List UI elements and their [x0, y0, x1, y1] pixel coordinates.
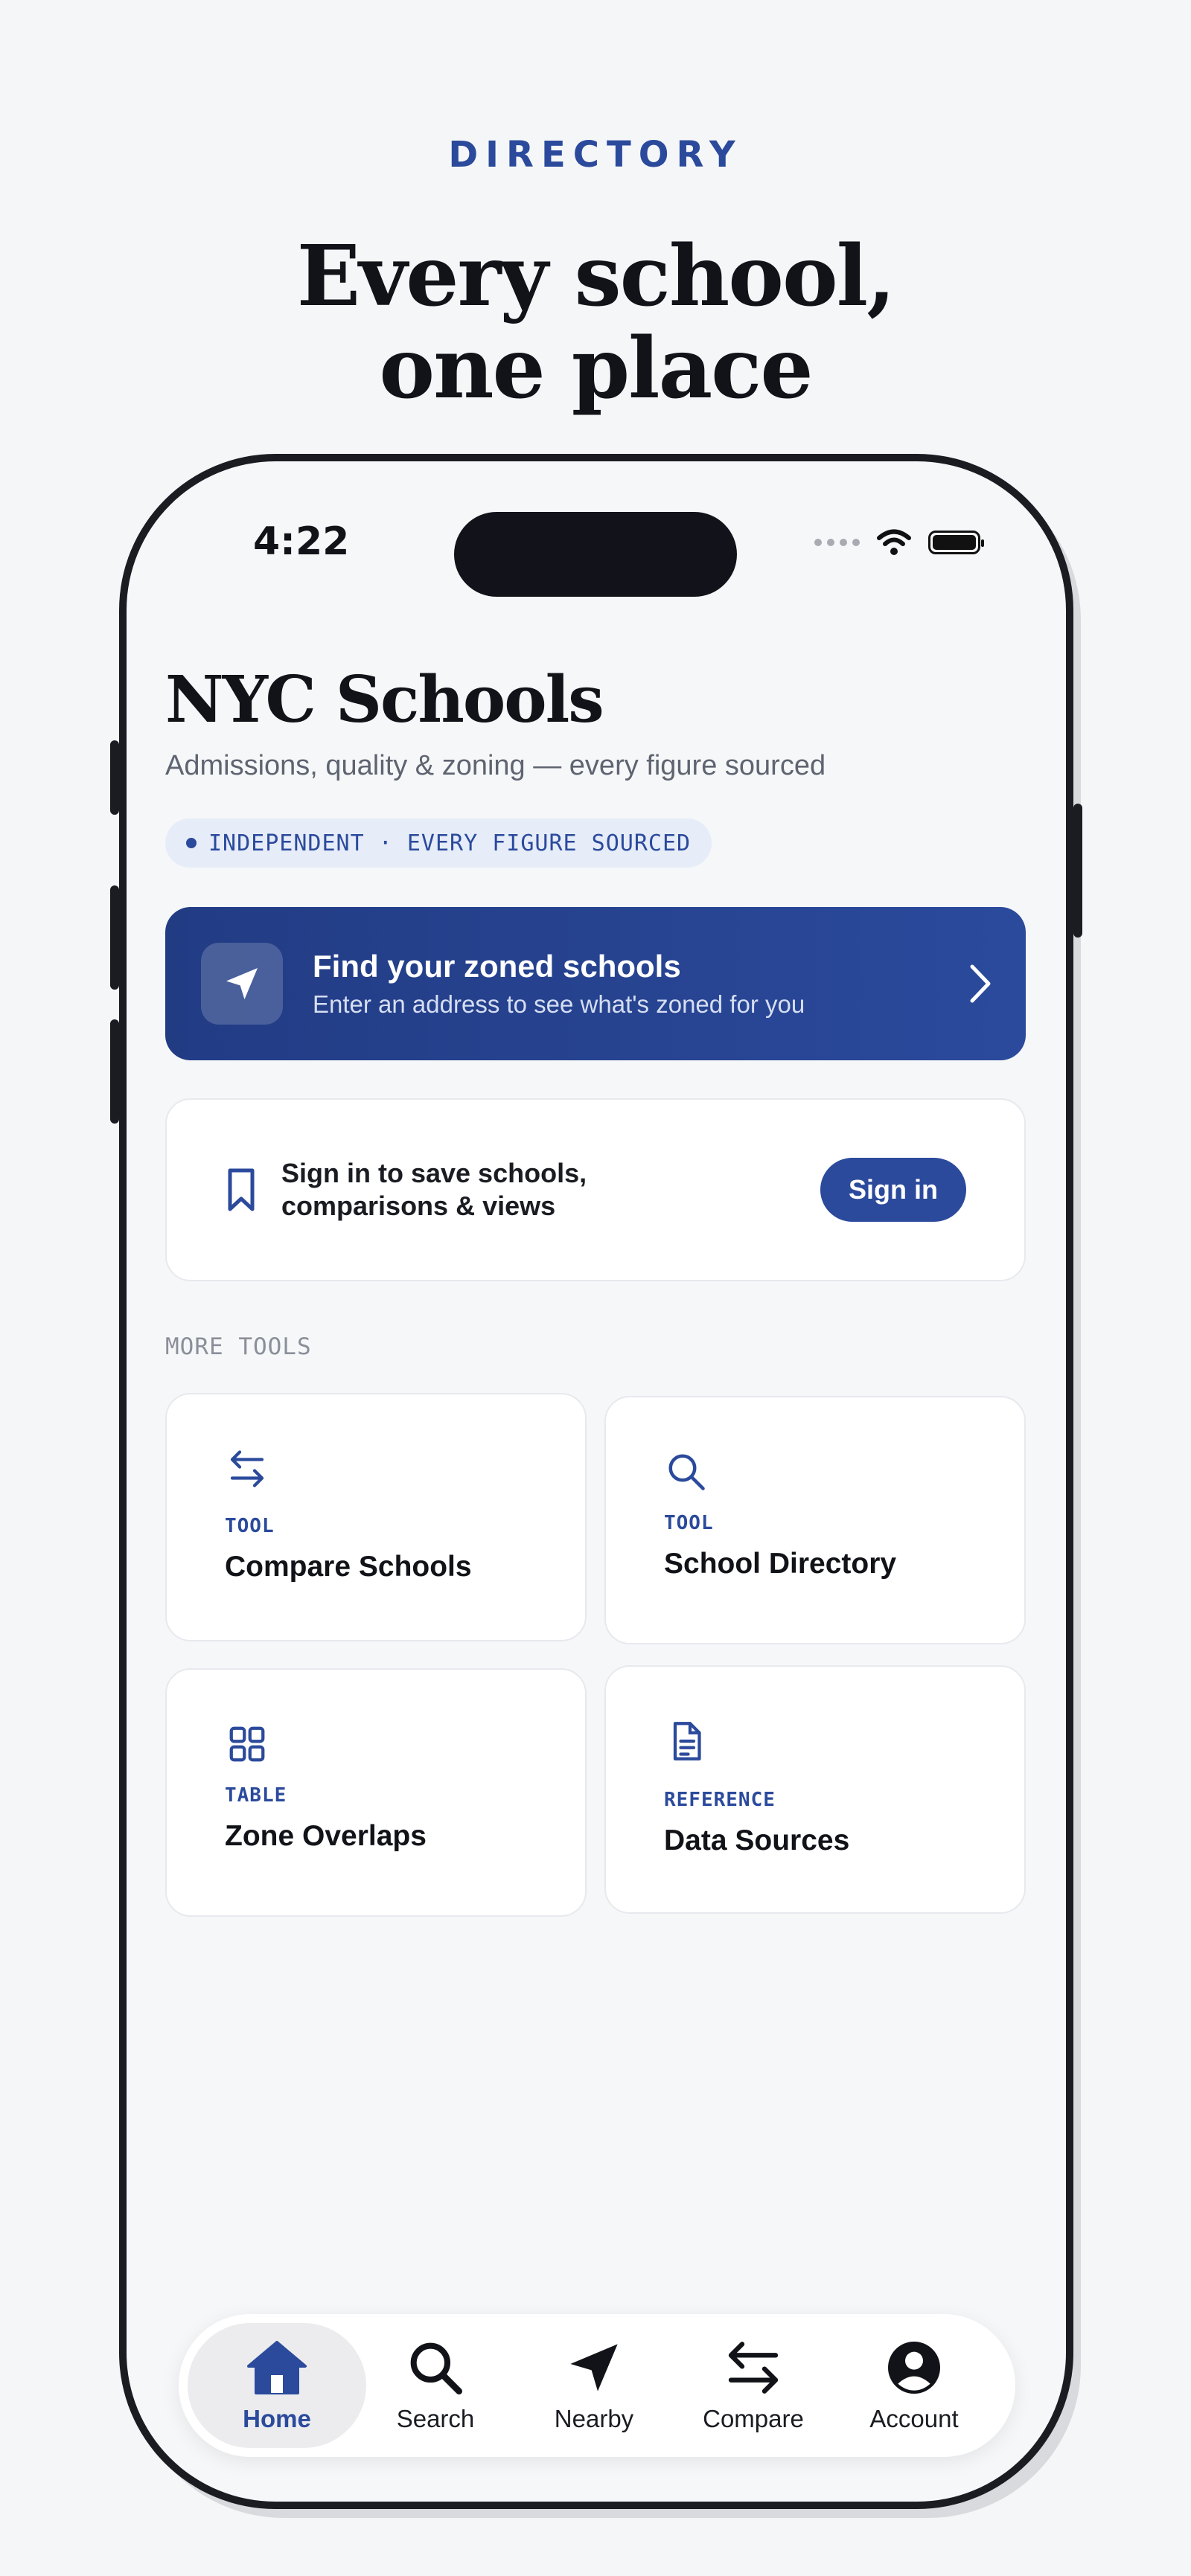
tool-card-zone-overlaps[interactable]: TABLE Zone Overlaps — [165, 1668, 587, 1917]
search-icon — [410, 2342, 462, 2394]
tool-name: Compare Schools — [225, 1551, 472, 1583]
phone-frame: 4:22 NYC Schools Admissions, quality & z… — [110, 454, 1082, 2509]
tool-card-school-directory[interactable]: TOOL School Directory — [604, 1396, 1026, 1644]
tab-label: Nearby — [554, 2405, 634, 2432]
independent-badge: INDEPENDENT · EVERY FIGURE SOURCED — [165, 818, 712, 868]
signin-prompt-line-1: Sign in to save schools, — [281, 1158, 587, 1188]
tab-label: Compare — [703, 2405, 804, 2432]
signin-card: Sign in to save schools, comparisons & v… — [165, 1098, 1026, 1281]
tool-name: Zone Overlaps — [225, 1820, 427, 1852]
volume-down-button — [110, 1019, 119, 1124]
dynamic-island — [454, 512, 737, 597]
tab-account[interactable]: Account — [825, 2323, 1003, 2448]
tab-home[interactable]: Home — [188, 2323, 366, 2448]
tool-kind: TOOL — [664, 1512, 714, 1534]
status-time: 4:22 — [253, 519, 350, 564]
document-icon — [673, 1722, 701, 1760]
home-icon — [247, 2341, 307, 2394]
battery-icon — [928, 531, 984, 554]
tool-card-compare-schools[interactable]: TOOL Compare Schools — [165, 1393, 587, 1641]
power-button — [1073, 804, 1082, 938]
signal-dots-icon — [814, 539, 860, 546]
tab-label: Home — [243, 2405, 311, 2432]
page-headline: Every school, one place — [0, 231, 1191, 415]
cta-title: Find your zoned schools — [313, 949, 681, 984]
page-eyebrow: DIRECTORY — [448, 134, 743, 176]
app-title: NYC Schools — [165, 662, 604, 737]
search-icon — [668, 1454, 705, 1490]
badge-text: INDEPENDENT · EVERY FIGURE SOURCED — [208, 830, 692, 856]
headline-line-1: Every school, — [296, 228, 895, 325]
chevron-right-icon — [970, 964, 991, 1003]
sign-in-button[interactable]: Sign in — [820, 1158, 966, 1222]
signin-prompt: Sign in to save schools, comparisons & v… — [281, 1157, 820, 1223]
tab-search[interactable]: Search — [346, 2323, 525, 2448]
tab-compare[interactable]: Compare — [664, 2323, 843, 2448]
compare-arrows-icon — [728, 2342, 779, 2394]
tool-kind: TABLE — [225, 1784, 287, 1807]
grid-icon — [229, 1726, 265, 1762]
tool-kind: REFERENCE — [664, 1789, 776, 1811]
tab-label: Account — [869, 2405, 959, 2432]
cta-subtitle: Enter an address to see what's zoned for… — [313, 990, 805, 1018]
badge-dot — [186, 838, 197, 848]
tool-name: School Directory — [664, 1548, 897, 1580]
tab-nearby[interactable]: Nearby — [505, 2323, 683, 2448]
volume-up-button — [110, 885, 119, 990]
navigation-arrow-icon — [570, 2344, 618, 2391]
action-button — [110, 740, 119, 815]
bookmark-icon — [228, 1168, 255, 1211]
signin-prompt-line-2: comparisons & views — [281, 1191, 556, 1221]
tab-bar: Home Search Nearby Compare Account — [179, 2314, 1015, 2457]
wifi-icon — [877, 529, 911, 555]
tab-label: Search — [396, 2405, 475, 2432]
headline-line-2: one place — [379, 320, 813, 417]
more-tools-label: MORE TOOLS — [165, 1333, 312, 1360]
account-icon — [888, 2342, 940, 2394]
navigation-arrow-icon — [201, 943, 283, 1025]
status-icons — [814, 528, 984, 557]
phone-screen: 4:22 NYC Schools Admissions, quality & z… — [127, 461, 1066, 2502]
tool-name: Data Sources — [664, 1824, 850, 1856]
compare-arrows-icon — [230, 1450, 264, 1487]
find-zoned-schools-button[interactable]: Find your zoned schools Enter an address… — [165, 907, 1026, 1060]
tool-card-data-sources[interactable]: REFERENCE Data Sources — [604, 1665, 1026, 1914]
tool-kind: TOOL — [225, 1515, 275, 1537]
app-subtitle: Admissions, quality & zoning — every fig… — [165, 750, 826, 781]
